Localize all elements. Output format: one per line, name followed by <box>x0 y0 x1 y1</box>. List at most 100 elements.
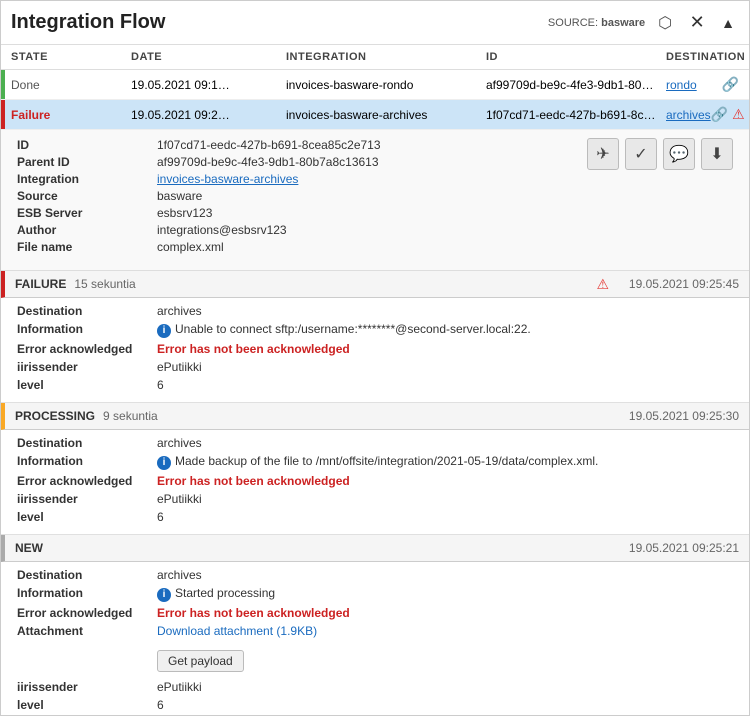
detail-integration-label: Integration <box>17 172 157 186</box>
main-content[interactable]: Done 19.05.2021 09:1… invoices-basware-r… <box>1 70 749 715</box>
detail-esb-label: ESB Server <box>17 206 157 220</box>
row-icons: 🔗 <box>722 76 739 93</box>
detail-panel: ID 1f07cd71-eedc-427b-b691-8cea85c2e713 … <box>1 130 749 271</box>
processing-section-header: PROCESSING 9 sekuntia 19.05.2021 09:25:3… <box>1 403 749 430</box>
row-icons: 🔗 ⚠ <box>711 106 745 123</box>
row-indicator-green <box>1 70 5 99</box>
failure-duration: 15 sekuntia <box>74 277 135 291</box>
new-dest-label: Destination <box>17 568 157 582</box>
processing-level-value: 6 <box>157 510 733 524</box>
detail-source-value: basware <box>157 189 571 203</box>
new-details: Destination archives Information iStarte… <box>1 562 749 715</box>
new-title: NEW <box>15 541 43 555</box>
table-row[interactable]: Failure 19.05.2021 09:2… invoices-baswar… <box>1 100 749 130</box>
header-date: DATE <box>131 51 286 63</box>
page-title: Integration Flow <box>11 11 165 34</box>
new-detail-grid: Destination archives Information iStarte… <box>17 568 733 638</box>
row-integration: invoices-basware-rondo <box>286 78 486 92</box>
title-bar-right: SOURCE: basware ⬡ ✕ ▲ <box>548 11 739 35</box>
check-button[interactable]: ✓ <box>625 138 657 170</box>
row-state: Failure <box>11 108 131 122</box>
processing-error-ack-label: Error acknowledged <box>17 474 157 488</box>
processing-title: PROCESSING <box>15 409 95 423</box>
detail-parent-id-label: Parent ID <box>17 155 157 169</box>
failure-details: Destination archives Information iUnable… <box>1 298 749 403</box>
failure-level-label: level <box>17 378 157 392</box>
processing-info-value: iMade backup of the file to /mnt/offsite… <box>157 454 733 470</box>
processing-duration: 9 sekuntia <box>103 409 158 423</box>
processing-iirissender-label: iirissender <box>17 492 157 506</box>
detail-esb-value: esbsrv123 <box>157 206 571 220</box>
failure-dest-label: Destination <box>17 304 157 318</box>
failure-level-value: 6 <box>157 378 733 392</box>
failure-detail-grid: Destination archives Information iUnable… <box>17 304 733 392</box>
new-info-label: Information <box>17 586 157 602</box>
info-icon: i <box>157 456 171 470</box>
clip-icon: 🔗 <box>711 106 728 123</box>
row-destination[interactable]: archives <box>666 108 711 122</box>
source-label: SOURCE: basware <box>548 17 645 29</box>
failure-info-label: Information <box>17 322 157 338</box>
title-bar: Integration Flow SOURCE: basware ⬡ ✕ ▲ <box>1 1 749 45</box>
detail-author-value: integrations@esbsrv123 <box>157 223 571 237</box>
close-button[interactable]: ✕ <box>685 11 709 35</box>
row-integration: invoices-basware-archives <box>286 108 486 122</box>
row-indicator-red <box>1 100 5 129</box>
row-dest-cell: rondo 🔗 <box>666 76 739 93</box>
row-date: 19.05.2021 09:1… <box>131 78 286 92</box>
new-attachment-label: Attachment <box>17 624 157 638</box>
new-iirissender-label: iirissender <box>17 680 157 694</box>
scroll-up-button[interactable]: ▲ <box>717 13 739 33</box>
failure-iirissender-label: iirissender <box>17 360 157 374</box>
failure-info-value: iUnable to connect sftp:/username:******… <box>157 322 733 338</box>
row-destination[interactable]: rondo <box>666 78 697 92</box>
processing-timestamp: 19.05.2021 09:25:30 <box>629 409 739 423</box>
get-payload-button[interactable]: Get payload <box>157 650 244 672</box>
new-level-value: 6 <box>157 698 733 712</box>
detail-actions: ✈ ✓ 💬 ⬇ <box>571 138 733 258</box>
table-row[interactable]: Done 19.05.2021 09:1… invoices-basware-r… <box>1 70 749 100</box>
table-header: STATE DATE INTEGRATION ID DESTINATION <box>1 45 749 70</box>
failure-error-ack-value: Error has not been acknowledged <box>157 342 733 356</box>
row-id: 1f07cd71-eedc-427b-b691-8c… <box>486 108 666 122</box>
comment-button[interactable]: 💬 <box>663 138 695 170</box>
failure-dest-value: archives <box>157 304 733 318</box>
detail-content: ID 1f07cd71-eedc-427b-b691-8cea85c2e713 … <box>17 138 733 258</box>
send-button[interactable]: ✈ <box>587 138 619 170</box>
detail-id-value: 1f07cd71-eedc-427b-b691-8cea85c2e713 <box>157 138 571 152</box>
processing-error-ack-value: Error has not been acknowledged <box>157 474 733 488</box>
main-window: Integration Flow SOURCE: basware ⬡ ✕ ▲ S… <box>0 0 750 716</box>
new-timestamp: 19.05.2021 09:25:21 <box>629 541 739 555</box>
detail-grid: ID 1f07cd71-eedc-427b-b691-8cea85c2e713 … <box>17 138 571 254</box>
detail-id-label: ID <box>17 138 157 152</box>
header-id: ID <box>486 51 666 63</box>
new-dest-value: archives <box>157 568 733 582</box>
payload-btn-container: Get payload <box>157 646 733 672</box>
failure-timestamp: 19.05.2021 09:25:45 <box>629 277 739 291</box>
detail-integration-value[interactable]: invoices-basware-archives <box>157 172 571 186</box>
detail-source-label: Source <box>17 189 157 203</box>
warn-icon: ⚠ <box>732 106 745 123</box>
new-attachment-value[interactable]: Download attachment (1.9KB) <box>157 624 733 638</box>
download-button[interactable]: ⬇ <box>701 138 733 170</box>
processing-dest-label: Destination <box>17 436 157 450</box>
processing-dest-value: archives <box>157 436 733 450</box>
header-state: STATE <box>11 51 131 63</box>
detail-filename-value: complex.xml <box>157 240 571 254</box>
failure-section-header: FAILURE 15 sekuntia ⚠ 19.05.2021 09:25:4… <box>1 271 749 298</box>
detail-author-label: Author <box>17 223 157 237</box>
detail-parent-id-value: af99709d-be9c-4fe3-9db1-80b7a8c13613 <box>157 155 571 169</box>
detail-filename-label: File name <box>17 240 157 254</box>
header-integration: INTEGRATION <box>286 51 486 63</box>
failure-title: FAILURE <box>15 277 66 291</box>
new-section-header: NEW 19.05.2021 09:25:21 <box>1 535 749 562</box>
processing-level-label: level <box>17 510 157 524</box>
row-dest-cell: archives 🔗 ⚠ <box>666 106 745 123</box>
row-date: 19.05.2021 09:2… <box>131 108 286 122</box>
title-bar-left: Integration Flow <box>11 11 165 34</box>
source-value: basware <box>601 17 645 29</box>
processing-info-label: Information <box>17 454 157 470</box>
network-icon[interactable]: ⬡ <box>653 11 677 35</box>
failure-iirissender-value: ePutiikki <box>157 360 733 374</box>
clip-icon: 🔗 <box>722 76 739 93</box>
